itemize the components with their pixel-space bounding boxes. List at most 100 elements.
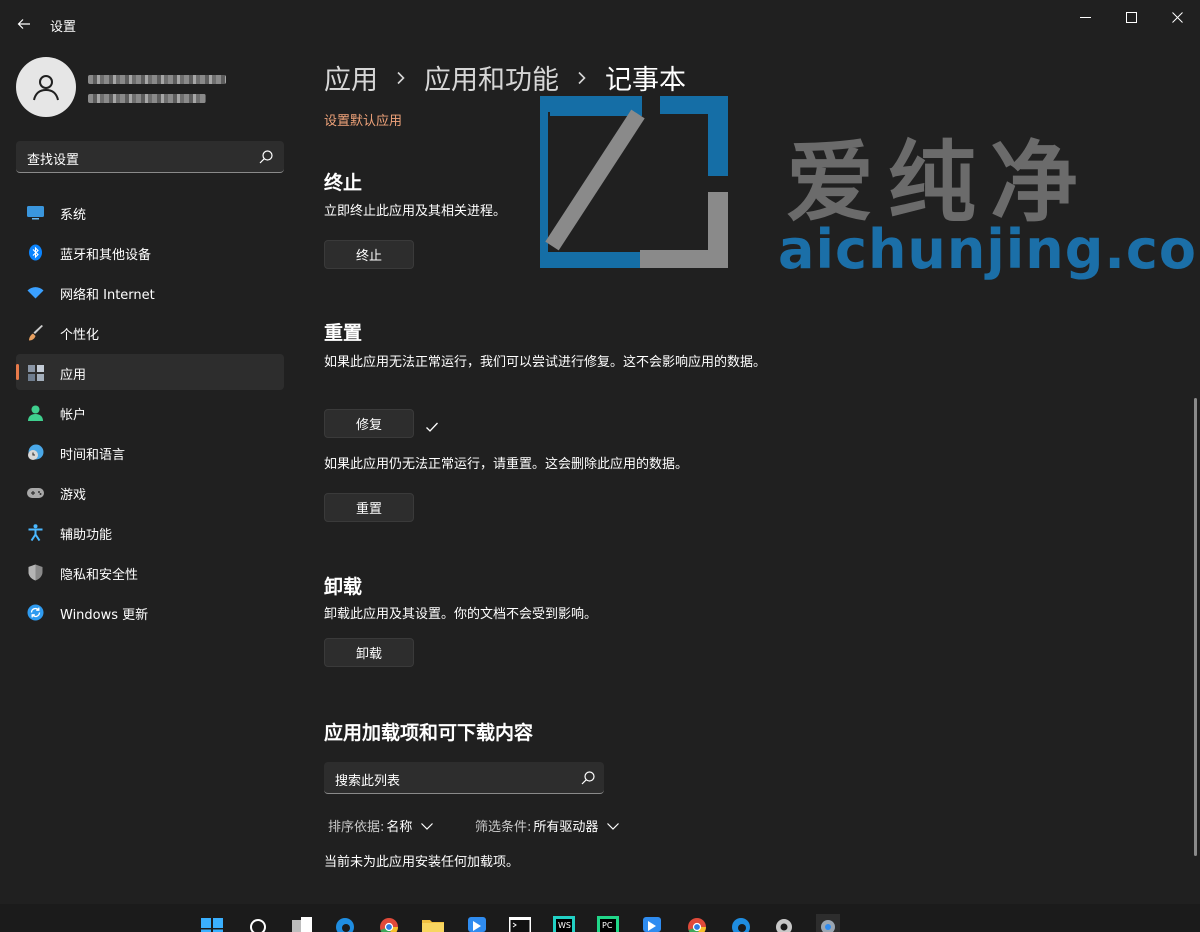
check-icon	[424, 419, 440, 435]
sidebar-item-network[interactable]: 网络和 Internet	[16, 274, 284, 310]
accessibility-icon	[27, 524, 44, 541]
windows-start-icon[interactable]	[200, 914, 224, 932]
maximize-button[interactable]	[1108, 0, 1154, 34]
pycharm-icon[interactable]: PC	[596, 914, 620, 932]
sidebar-item-apps[interactable]: 应用	[16, 354, 284, 390]
sidebar-item-label: 游戏	[60, 484, 86, 503]
filter-label: 筛选条件:	[475, 816, 531, 835]
feishu-icon[interactable]	[465, 914, 489, 932]
search-placeholder: 查找设置	[27, 149, 79, 168]
uninstall-title: 卸载	[324, 572, 362, 599]
terminate-desc: 立即终止此应用及其相关进程。	[324, 203, 784, 221]
gamepad-icon	[27, 484, 44, 501]
chevron-down-icon	[606, 819, 620, 833]
uninstall-button[interactable]: 卸载	[324, 638, 414, 667]
close-button[interactable]	[1154, 0, 1200, 34]
filter-dropdown[interactable]: 筛选条件: 所有驱动器	[475, 816, 620, 835]
minimize-button[interactable]	[1062, 0, 1108, 34]
reset-title: 重置	[324, 318, 362, 345]
sort-label: 排序依据:	[328, 816, 384, 835]
edge-browser-icon[interactable]	[729, 914, 753, 932]
bluetooth-icon	[27, 244, 44, 261]
chevron-right-icon	[577, 71, 587, 85]
repair-button[interactable]: 修复	[324, 409, 414, 438]
addons-search-input[interactable]: 搜索此列表	[324, 762, 604, 794]
terminate-title: 终止	[324, 168, 362, 195]
title-bar: 设置	[0, 0, 1200, 48]
chrome-icon[interactable]	[377, 914, 401, 932]
sidebar-item-time-language[interactable]: 时间和语言	[16, 434, 284, 470]
maximize-icon	[1126, 12, 1137, 23]
settings-search-input[interactable]: 查找设置	[16, 141, 284, 173]
feishu-icon[interactable]	[640, 914, 664, 932]
update-icon	[27, 604, 44, 621]
user-name-blurred	[88, 75, 226, 84]
chevron-down-icon	[420, 819, 434, 833]
avatar[interactable]	[16, 57, 76, 117]
search-icon[interactable]	[246, 914, 270, 932]
person-icon	[27, 404, 44, 421]
sidebar-item-accounts[interactable]: 帐户	[16, 394, 284, 430]
sidebar-nav: 系统 蓝牙和其他设备 网络和 Internet 个性化 应用 帐户 时间和语言 …	[16, 194, 284, 634]
sidebar-item-gaming[interactable]: 游戏	[16, 474, 284, 510]
addons-title: 应用加载项和可下载内容	[324, 718, 533, 745]
taskbar: WS PC	[0, 904, 1200, 932]
sort-dropdown[interactable]: 排序依据: 名称	[328, 816, 434, 835]
sidebar-item-label: 帐户	[60, 404, 86, 423]
sidebar-item-accessibility[interactable]: 辅助功能	[16, 514, 284, 550]
sidebar-item-label: 个性化	[60, 324, 99, 343]
sidebar-item-label: 蓝牙和其他设备	[60, 244, 151, 263]
settings-app-active-icon[interactable]	[816, 914, 840, 932]
svg-text:WS: WS	[558, 921, 571, 930]
file-explorer-icon[interactable]	[421, 914, 445, 932]
shield-icon	[27, 564, 44, 581]
task-view-icon[interactable]	[290, 914, 314, 932]
sidebar-item-label: 辅助功能	[60, 524, 112, 543]
sidebar-item-label: Windows 更新	[60, 604, 148, 623]
sidebar-item-privacy[interactable]: 隐私和安全性	[16, 554, 284, 590]
sidebar-item-label: 隐私和安全性	[60, 564, 138, 583]
breadcrumb-item-apps[interactable]: 应用	[324, 58, 378, 97]
addons-empty-message: 当前未为此应用安装任何加载项。	[324, 851, 519, 870]
chevron-right-icon	[396, 71, 406, 85]
reset-desc: 如果此应用仍无法正常运行，请重置。这会删除此应用的数据。	[324, 456, 784, 474]
breadcrumb-item-current: 记事本	[605, 58, 686, 97]
settings-gear-icon[interactable]	[772, 914, 796, 932]
sidebar-item-label: 应用	[60, 364, 86, 383]
uninstall-desc: 卸载此应用及其设置。你的文档不会受到影响。	[324, 606, 784, 624]
search-icon[interactable]	[580, 770, 596, 786]
reset-button[interactable]: 重置	[324, 493, 414, 522]
monitor-icon	[27, 204, 44, 221]
webstorm-icon[interactable]: WS	[552, 914, 576, 932]
sort-value: 名称	[386, 816, 412, 835]
addons-search-placeholder: 搜索此列表	[335, 770, 400, 789]
repair-desc: 如果此应用无法正常运行，我们可以尝试进行修复。这不会影响应用的数据。	[324, 354, 779, 372]
terminate-button[interactable]: 终止	[324, 240, 414, 269]
user-icon	[31, 72, 61, 102]
brush-icon	[27, 324, 44, 341]
app-title: 设置	[50, 16, 76, 35]
sidebar-item-label: 网络和 Internet	[60, 284, 155, 303]
sidebar-item-windows-update[interactable]: Windows 更新	[16, 594, 284, 630]
chrome-icon[interactable]	[685, 914, 709, 932]
breadcrumb-item-apps-features[interactable]: 应用和功能	[424, 58, 559, 97]
set-default-apps-link[interactable]: 设置默认应用	[324, 110, 402, 129]
wifi-icon	[27, 284, 44, 301]
sidebar-item-system[interactable]: 系统	[16, 194, 284, 230]
scrollbar[interactable]	[1194, 398, 1197, 856]
sidebar-item-label: 时间和语言	[60, 444, 125, 463]
close-icon	[1172, 12, 1183, 23]
clock-globe-icon	[27, 444, 44, 461]
breadcrumb: 应用 应用和功能 记事本	[324, 58, 686, 97]
user-email-blurred	[88, 94, 206, 103]
back-button[interactable]	[10, 10, 38, 38]
apps-icon	[27, 364, 44, 381]
filter-value: 所有驱动器	[533, 816, 598, 835]
svg-text:PC: PC	[602, 921, 613, 930]
edge-browser-icon[interactable]	[333, 914, 357, 932]
sidebar-item-bluetooth[interactable]: 蓝牙和其他设备	[16, 234, 284, 270]
terminal-icon[interactable]	[508, 914, 532, 932]
search-icon[interactable]	[258, 149, 274, 165]
minimize-icon	[1080, 12, 1091, 23]
sidebar-item-personalization[interactable]: 个性化	[16, 314, 284, 350]
